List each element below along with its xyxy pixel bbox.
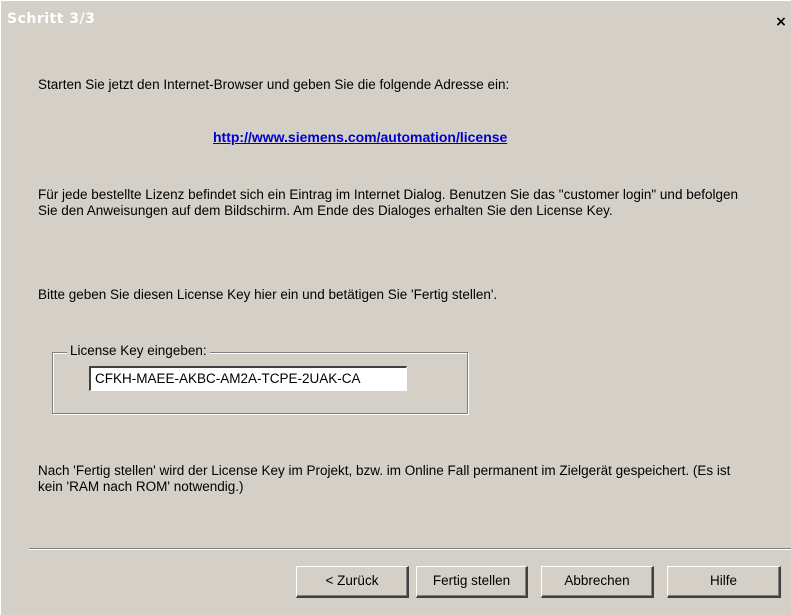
license-key-group-label: License Key eingeben:: [67, 343, 210, 359]
help-button[interactable]: Hilfe: [667, 566, 781, 598]
finish-note-text: Nach 'Fertig stellen' wird der License K…: [38, 463, 731, 494]
separator-line: [29, 548, 791, 550]
cancel-button[interactable]: Abbrechen: [541, 566, 654, 598]
window-title: Schritt 3/3: [7, 11, 96, 27]
title-bar[interactable]: Schritt 3/3 ×: [1, 7, 791, 31]
close-icon[interactable]: ×: [772, 13, 790, 31]
enter-key-prompt: Bitte geben Sie diesen License Key hier …: [38, 287, 498, 302]
license-wizard-dialog: Schritt 3/3 × Starten Sie jetzt den Inte…: [0, 0, 791, 615]
back-button[interactable]: < Zurück: [296, 566, 409, 598]
license-key-input[interactable]: CFKH-MAEE-AKBC-AM2A-TCPE-2UAK-CA: [89, 366, 407, 391]
license-url-link[interactable]: http://www.siemens.com/automation/licens…: [213, 129, 507, 145]
intro-text: Starten Sie jetzt den Internet-Browser u…: [38, 77, 510, 92]
finish-button[interactable]: Fertig stellen: [416, 566, 528, 598]
instructions-text: Für jede bestellte Lizenz befindet sich …: [38, 187, 738, 218]
